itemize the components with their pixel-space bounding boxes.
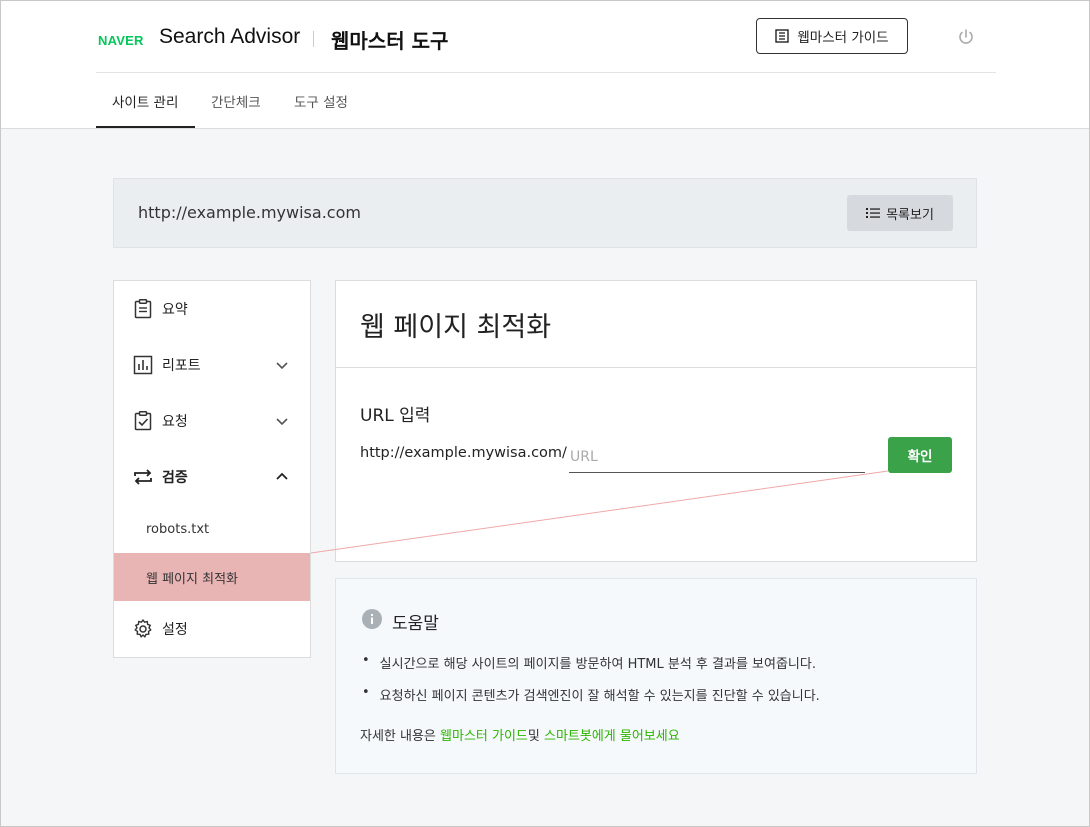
chevron-down-icon (276, 362, 288, 370)
book-icon (775, 29, 790, 43)
help-footer-prefix: 자세한 내용은 (360, 729, 441, 744)
active-tab-indicator (96, 126, 195, 128)
help-bullet-text: 실시간으로 해당 사이트의 페이지를 방문하여 HTML 분석 후 결과를 보여… (379, 657, 816, 672)
url-input[interactable] (569, 441, 865, 473)
confirm-button[interactable]: 확인 (888, 437, 952, 473)
sidebar-item-settings[interactable]: 설정 (114, 601, 310, 657)
chevron-down-icon (276, 418, 288, 426)
power-icon (959, 29, 973, 44)
sidebar-item-label: 요청 (162, 414, 188, 430)
help-footer: 자세한 내용은 웹마스터 가이드및 스마트봇에게 물어보세요 (360, 725, 680, 744)
tab-tool-settings[interactable]: 도구 설정 (294, 91, 348, 111)
sidebar-item-label: 설정 (162, 622, 188, 638)
header: NAVER Search Advisor 웹마스터 도구 웹마스터 가이드 사이… (1, 1, 1089, 129)
sidebar-item-label: 검증 (162, 470, 188, 486)
webmaster-guide-button[interactable]: 웹마스터 가이드 (756, 18, 908, 54)
clipboard-check-icon (134, 411, 152, 431)
repeat-icon (134, 469, 152, 485)
page-title: 웹 페이지 최적화 (360, 312, 552, 343)
help-bullet-text: 요청하신 페이지 콘텐츠가 검색엔진이 잘 해석할 수 있는지를 진단할 수 있… (379, 689, 820, 704)
sidebar-subitem-label: robots.txt (146, 521, 210, 537)
list-view-label: 목록보기 (886, 207, 934, 223)
sidebar-subitem-label: 웹 페이지 최적화 (146, 571, 238, 587)
url-input-label: URL 입력 (360, 406, 431, 426)
sidebar-item-label: 요약 (162, 302, 188, 318)
list-icon (866, 208, 881, 218)
sidebar-subitem-robots[interactable]: robots.txt (114, 505, 310, 553)
sidebar-item-label: 리포트 (162, 358, 201, 374)
title-divider (313, 31, 314, 47)
bullet-dot: • (362, 685, 370, 700)
webmaster-guide-link[interactable]: 웹마스터 가이드 (440, 729, 528, 744)
header-divider (96, 72, 996, 73)
tab-site-management[interactable]: 사이트 관리 (112, 91, 178, 111)
sidebar-subitem-web-optimization[interactable]: 웹 페이지 최적화 (114, 553, 310, 601)
bar-chart-icon (133, 355, 153, 375)
url-prefix: http://example.mywisa.com/ (360, 445, 567, 461)
sidebar-item-verify[interactable]: 검증 (114, 449, 310, 505)
help-footer-mid: 및 (527, 729, 544, 744)
help-bullet: • 요청하신 페이지 콘텐츠가 검색엔진이 잘 해석할 수 있는지를 진단할 수… (362, 685, 820, 704)
sidebar-item-request[interactable]: 요청 (114, 393, 310, 449)
bullet-dot: • (362, 653, 370, 668)
sidebar: 요약 리포트 요청 검증 robots.txt 웹 페이지 최적화 설정 (113, 280, 311, 658)
app-title[interactable]: Search Advisor (159, 25, 300, 49)
site-bar: http://example.mywisa.com 목록보기 (113, 178, 977, 248)
tab-quick-check[interactable]: 간단체크 (211, 91, 261, 111)
list-view-button[interactable]: 목록보기 (847, 195, 953, 231)
logout-button[interactable] (954, 25, 978, 49)
site-url: http://example.mywisa.com (138, 203, 361, 222)
chevron-up-icon (276, 472, 288, 480)
clipboard-icon (134, 299, 152, 319)
sidebar-item-summary[interactable]: 요약 (114, 281, 310, 337)
card-divider (336, 367, 976, 368)
help-card: 도움말 • 실시간으로 해당 사이트의 페이지를 방문하여 HTML 분석 후 … (335, 578, 977, 774)
section-title[interactable]: 웹마스터 도구 (331, 25, 448, 54)
webmaster-guide-label: 웹마스터 가이드 (797, 30, 889, 46)
main-card: 웹 페이지 최적화 URL 입력 http://example.mywisa.c… (335, 280, 977, 562)
help-bullet: • 실시간으로 해당 사이트의 페이지를 방문하여 HTML 분석 후 결과를 … (362, 653, 816, 672)
info-icon (362, 609, 382, 629)
naver-logo[interactable]: NAVER (98, 33, 144, 48)
sidebar-item-report[interactable]: 리포트 (114, 337, 310, 393)
gear-icon (134, 619, 152, 638)
smartbot-link[interactable]: 스마트봇에게 물어보세요 (544, 729, 680, 744)
help-title: 도움말 (392, 614, 439, 634)
